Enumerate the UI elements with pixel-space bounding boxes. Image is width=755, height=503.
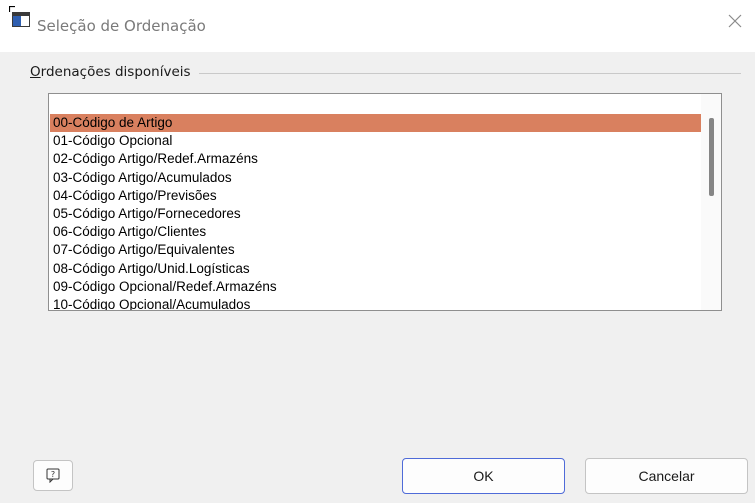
list-item[interactable]: 04-Código Artigo/Previsões [50,187,702,205]
list-item[interactable]: 06-Código Artigo/Clientes [50,223,702,241]
window-title: Seleção de Ordenação [37,17,206,35]
list-item[interactable]: 01-Código Opcional [50,132,702,150]
close-icon[interactable] [727,13,743,29]
group-label-text: rdenações disponíveis [40,64,191,80]
ok-button[interactable]: OK [402,458,565,494]
title-bar: Seleção de Ordenação [0,0,755,52]
help-icon: ? [46,468,60,483]
list-item[interactable]: 07-Código Artigo/Equivalentes [50,241,702,259]
list-item[interactable]: 02-Código Artigo/Redef.Armazéns [50,150,702,168]
list-item[interactable]: 10-Código Opcional/Acumulados [50,296,702,310]
vertical-scrollbar[interactable] [701,94,721,310]
svg-text:?: ? [51,470,55,479]
list-item[interactable]: 03-Código Artigo/Acumulados [50,169,702,187]
window-app-icon [12,12,30,27]
group-label-accelerator: O [30,64,41,80]
cancel-button[interactable]: Cancelar [585,458,748,494]
list-item[interactable]: 05-Código Artigo/Fornecedores [50,205,702,223]
list-items: 00-Código de Artigo 01-Código Opcional 02-… [50,114,702,310]
group-label: Ordenações disponíveis [30,64,199,80]
list-item[interactable]: 00-Código de Artigo [50,114,702,133]
help-button[interactable]: ? [33,460,73,491]
scrollbar-thumb[interactable] [709,118,714,196]
list-item[interactable]: 09-Código Opcional/Redef.Armazéns [50,278,702,296]
list-item[interactable]: 08-Código Artigo/Unid.Logísticas [50,260,702,278]
sort-order-listbox[interactable]: 00-Código de Artigo 01-Código Opcional 02-… [48,93,722,311]
